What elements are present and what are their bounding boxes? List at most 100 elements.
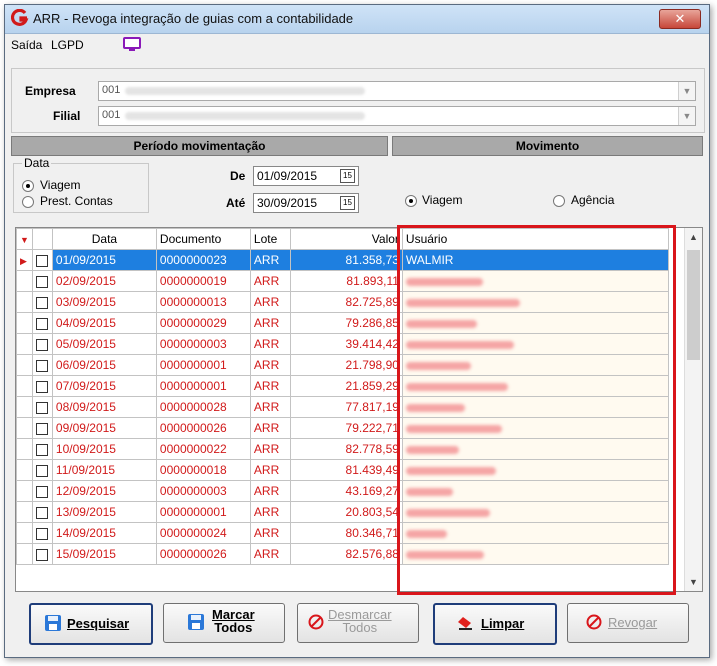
cell-valor: 77.817,19 [289,396,403,418]
sort-indicator-icon[interactable]: ▼ [16,228,33,250]
row-checkbox-cell [31,291,53,313]
ate-date-input[interactable]: 30/09/2015 15 [253,193,359,213]
filial-select[interactable]: 001 ▼ [98,106,696,126]
row-checkbox[interactable] [35,485,48,498]
row-checkbox[interactable] [35,380,48,393]
col-header-documento[interactable]: Documento [155,228,251,250]
cell-valor: 82.778,59 [289,438,403,460]
row-checkbox-cell [31,333,53,355]
row-checkbox[interactable] [35,317,48,330]
row-checkbox-cell [31,396,53,418]
close-button[interactable]: ✕ [659,9,701,29]
radio-prest-contas[interactable] [22,196,34,208]
limpar-button[interactable]: Limpar [433,603,557,645]
radio-viagem[interactable] [22,180,34,192]
empresa-label: Empresa [25,84,76,98]
data-groupbox: Data Viagem Prest. Contas [13,156,149,213]
table-row[interactable]: 05/09/2015 0000000003 ARR 39.414,42 [16,333,669,355]
col-header-valor[interactable]: Valor [289,228,403,250]
menu-saida[interactable]: Saída [11,38,42,52]
usuario-redacted [405,403,465,412]
row-checkbox[interactable] [35,338,48,351]
radio-mov-viagem[interactable] [405,195,417,207]
movimento-header: Movimento [392,136,703,156]
row-checkbox[interactable] [35,275,48,288]
chevron-down-icon[interactable]: ▼ [678,107,695,125]
cell-usuario [401,522,669,544]
table-row[interactable]: 09/09/2015 0000000026 ARR 79.222,71 [16,417,669,439]
periodo-header: Período movimentação [11,136,388,156]
row-checkbox[interactable] [35,548,48,561]
row-checkbox[interactable] [35,443,48,456]
row-checkbox[interactable] [35,254,48,267]
row-checkbox-cell [31,501,53,523]
marcar-todos-button[interactable]: Marcar Todos [163,603,285,643]
row-checkbox-cell [31,270,53,292]
cell-lote: ARR [249,270,291,292]
cell-documento: 0000000029 [155,312,251,334]
empresa-select[interactable]: 001 ▼ [98,81,696,101]
table-row[interactable]: ▶ 01/09/2015 0000000023 ARR 81.358,73 WALMIR [16,249,669,271]
no-entry-icon [308,614,324,630]
col-header-lote[interactable]: Lote [249,228,291,250]
cell-valor: 81.893,11 [289,270,403,292]
vertical-scrollbar[interactable]: ▲ ▼ [684,228,702,591]
cell-usuario [401,333,669,355]
calendar-icon[interactable]: 15 [340,196,355,210]
row-checkbox-cell [31,417,53,439]
pesquisar-button[interactable]: Pesquisar [29,603,153,645]
table-row[interactable]: 03/09/2015 0000000013 ARR 82.725,89 [16,291,669,313]
row-checkbox[interactable] [35,506,48,519]
row-checkbox[interactable] [35,401,48,414]
cell-data: 08/09/2015 [51,396,157,418]
radio-viagem-label[interactable]: Viagem [40,178,80,192]
cell-usuario [401,291,669,313]
scroll-up-icon[interactable]: ▲ [685,232,702,242]
menu-lgpd[interactable]: LGPD [51,38,84,52]
radio-agencia[interactable] [553,195,565,207]
table-row[interactable]: 06/09/2015 0000000001 ARR 21.798,90 [16,354,669,376]
cell-documento: 0000000022 [155,438,251,460]
table-row[interactable]: 12/09/2015 0000000003 ARR 43.169,27 [16,480,669,502]
row-indicator [16,270,33,292]
col-header-usuario[interactable]: Usuário [401,228,669,250]
cell-data: 11/09/2015 [51,459,157,481]
cell-usuario [401,459,669,481]
row-checkbox[interactable] [35,527,48,540]
row-checkbox-cell [31,438,53,460]
col-header-data[interactable]: Data [51,228,157,250]
table-row[interactable]: 14/09/2015 0000000024 ARR 80.346,71 [16,522,669,544]
cell-lote: ARR [249,354,291,376]
de-date-input[interactable]: 01/09/2015 15 [253,166,359,186]
radio-prest-contas-label[interactable]: Prest. Contas [40,194,113,208]
row-indicator [16,291,33,313]
row-checkbox[interactable] [35,422,48,435]
title-bar: ARR - Revoga integração de guias com a c… [5,5,709,34]
table-row[interactable]: 13/09/2015 0000000001 ARR 20.803,54 [16,501,669,523]
radio-agencia-label[interactable]: Agência [571,193,614,207]
table-row[interactable]: 07/09/2015 0000000001 ARR 21.859,29 [16,375,669,397]
limpar-label: Limpar [481,616,525,631]
table-row[interactable]: 02/09/2015 0000000019 ARR 81.893,11 [16,270,669,292]
calendar-icon[interactable]: 15 [340,169,355,183]
empresa-name-redacted [125,87,365,95]
guias-grid[interactable]: ▼ Data Documento Lote Valor Usuário ▶ 01/… [15,227,703,592]
scroll-down-icon[interactable]: ▼ [685,577,702,587]
table-row[interactable]: 11/09/2015 0000000018 ARR 81.439,49 [16,459,669,481]
cell-documento: 0000000001 [155,375,251,397]
table-row[interactable]: 15/09/2015 0000000026 ARR 82.576,88 [16,543,669,565]
row-checkbox[interactable] [35,359,48,372]
usuario-redacted [405,445,459,454]
table-row[interactable]: 08/09/2015 0000000028 ARR 77.817,19 [16,396,669,418]
monitor-icon[interactable] [123,37,141,53]
scroll-thumb[interactable] [687,250,700,360]
table-row[interactable]: 10/09/2015 0000000022 ARR 82.778,59 [16,438,669,460]
row-checkbox[interactable] [35,464,48,477]
chevron-down-icon[interactable]: ▼ [678,82,695,100]
radio-mov-viagem-label[interactable]: Viagem [422,193,462,207]
revogar-button[interactable]: Revogar [567,603,689,643]
table-row[interactable]: 04/09/2015 0000000029 ARR 79.286,85 [16,312,669,334]
row-checkbox[interactable] [35,296,48,309]
row-indicator [16,480,33,502]
desmarcar-todos-button[interactable]: Desmarcar Todos [297,603,419,643]
